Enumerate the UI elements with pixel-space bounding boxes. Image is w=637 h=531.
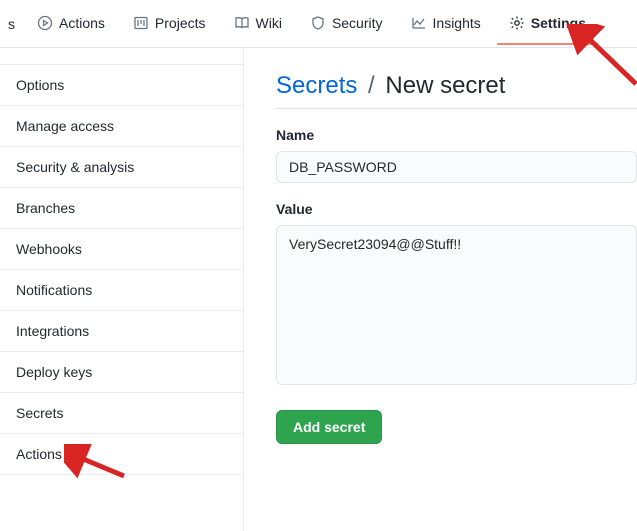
sidebar-item-secrets[interactable]: Secrets (0, 393, 243, 434)
breadcrumb-current: New secret (385, 72, 505, 99)
sidebar-item-label: Deploy keys (16, 364, 92, 380)
tab-security[interactable]: Security (298, 3, 395, 45)
layout: Options Manage access Security & analysi… (0, 48, 637, 531)
sidebar-item-label: Webhooks (16, 241, 82, 257)
tab-label: Wiki (256, 15, 282, 31)
sidebar-item-label: Manage access (16, 118, 114, 134)
breadcrumb: Secrets / New secret (276, 72, 637, 109)
book-icon (234, 15, 250, 31)
truncated-tab-fragment: s (8, 4, 21, 44)
value-label: Value (276, 201, 637, 217)
sidebar-item-security-analysis[interactable]: Security & analysis (0, 147, 243, 188)
breadcrumb-link-secrets[interactable]: Secrets (276, 72, 357, 99)
sidebar-item-branches[interactable]: Branches (0, 188, 243, 229)
tab-actions[interactable]: Actions (25, 3, 117, 45)
tab-projects[interactable]: Projects (121, 3, 218, 45)
sidebar-item-label: Options (16, 77, 64, 93)
sidebar-item-label: Security & analysis (16, 159, 134, 175)
sidebar-item-actions[interactable]: Actions (0, 434, 243, 475)
sidebar-list: Options Manage access Security & analysi… (0, 64, 243, 475)
tab-label: Projects (155, 15, 206, 31)
tab-label: Security (332, 15, 383, 31)
breadcrumb-separator: / (368, 72, 375, 99)
sidebar-item-label: Integrations (16, 323, 89, 339)
name-label: Name (276, 127, 637, 143)
graph-icon (411, 15, 427, 31)
tab-label: Actions (59, 15, 105, 31)
main-content: Secrets / New secret Name Value Add secr… (244, 48, 637, 531)
sidebar-item-options[interactable]: Options (0, 64, 243, 106)
tab-wiki[interactable]: Wiki (222, 3, 294, 45)
project-icon (133, 15, 149, 31)
sidebar-item-deploy-keys[interactable]: Deploy keys (0, 352, 243, 393)
sidebar-item-label: Secrets (16, 405, 63, 421)
tab-settings[interactable]: Settings (497, 3, 598, 45)
sidebar-item-integrations[interactable]: Integrations (0, 311, 243, 352)
repo-topnav: s Actions Projects Wiki Security Insight… (0, 0, 637, 48)
gear-icon (509, 15, 525, 31)
sidebar-item-notifications[interactable]: Notifications (0, 270, 243, 311)
sidebar-item-manage-access[interactable]: Manage access (0, 106, 243, 147)
tab-insights[interactable]: Insights (399, 3, 493, 45)
sidebar-item-webhooks[interactable]: Webhooks (0, 229, 243, 270)
sidebar-item-label: Branches (16, 200, 75, 216)
tab-label: Insights (433, 15, 481, 31)
settings-sidebar: Options Manage access Security & analysi… (0, 48, 244, 531)
sidebar-item-label: Actions (16, 446, 62, 462)
tab-label: Settings (531, 15, 586, 31)
play-circle-icon (37, 15, 53, 31)
add-secret-button[interactable]: Add secret (276, 410, 382, 444)
secret-value-textarea[interactable] (276, 225, 637, 385)
sidebar-item-label: Notifications (16, 282, 92, 298)
name-field-group: Name (276, 127, 637, 183)
shield-icon (310, 15, 326, 31)
value-field-group: Value (276, 201, 637, 388)
secret-name-input[interactable] (276, 151, 637, 183)
